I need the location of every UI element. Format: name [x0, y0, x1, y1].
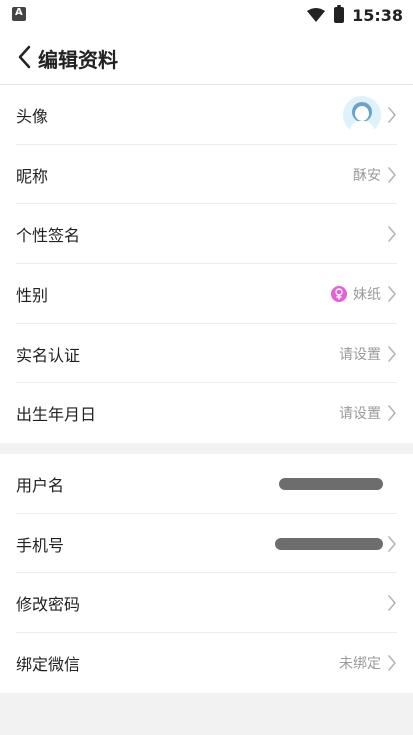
row-label: 绑定微信 — [16, 654, 81, 674]
redacted-username — [279, 477, 383, 490]
profile-item-avatar[interactable]: 头像 — [0, 85, 413, 145]
redacted-phone — [275, 537, 383, 550]
gender-value: 妹纸 — [331, 284, 381, 304]
profile-item-real-name[interactable]: 实名认证 请设置 — [0, 324, 413, 384]
chevron-right-icon — [388, 107, 396, 123]
row-label: 手机号 — [16, 535, 65, 555]
status-time: 15:38 — [352, 5, 403, 25]
female-icon — [331, 285, 347, 302]
chevron-right-icon — [388, 595, 396, 612]
nickname-value: 酥安 — [353, 167, 381, 184]
account-section: 用户名 手机号 修改密码 绑定微信 未绑定 — [0, 454, 413, 693]
app-notification-icon — [12, 7, 26, 21]
gender-text: 妹纸 — [353, 286, 381, 303]
row-label: 头像 — [16, 106, 49, 126]
row-label: 实名认证 — [16, 345, 81, 365]
top-navigation: 编辑资料 — [0, 30, 413, 85]
chevron-right-icon — [388, 655, 396, 671]
status-bar: 15:38 — [0, 0, 413, 30]
row-label: 用户名 — [16, 475, 65, 495]
back-button[interactable] — [12, 43, 36, 71]
wechat-value: 未绑定 — [339, 655, 381, 672]
page-title: 编辑资料 — [38, 48, 118, 72]
chevron-right-icon — [388, 535, 396, 552]
account-item-password[interactable]: 修改密码 — [0, 573, 413, 634]
chevron-right-icon — [388, 286, 396, 302]
birthday-value: 请设置 — [339, 406, 381, 423]
avatar — [343, 95, 381, 134]
row-label: 个性签名 — [16, 226, 81, 246]
profile-section: 头像 昵称 酥安 个性签名 性别 妹纸 实名认证 请设置 出生年月日 请设置 — [0, 85, 413, 443]
chevron-right-icon — [388, 405, 396, 422]
chevron-left-icon — [18, 45, 31, 69]
status-right: 15:38 — [306, 4, 403, 26]
real-name-value: 请设置 — [339, 346, 381, 363]
account-item-phone[interactable]: 手机号 — [0, 514, 413, 574]
account-item-wechat[interactable]: 绑定微信 未绑定 — [0, 633, 413, 693]
row-label: 性别 — [16, 285, 49, 305]
account-item-username[interactable]: 用户名 — [0, 454, 413, 514]
profile-item-birthday[interactable]: 出生年月日 请设置 — [0, 383, 413, 443]
chevron-right-icon — [388, 166, 396, 183]
battery-icon — [334, 5, 345, 23]
row-label: 修改密码 — [16, 595, 81, 615]
row-label: 出生年月日 — [16, 405, 97, 425]
row-label: 昵称 — [16, 166, 49, 186]
chevron-right-icon — [388, 226, 396, 243]
profile-item-signature[interactable]: 个性签名 — [0, 204, 413, 265]
wifi-icon — [307, 8, 326, 22]
chevron-right-icon — [388, 345, 396, 362]
profile-item-nickname[interactable]: 昵称 酥安 — [0, 145, 413, 205]
profile-item-gender[interactable]: 性别 妹纸 — [0, 264, 413, 324]
avatar-value — [343, 95, 381, 134]
